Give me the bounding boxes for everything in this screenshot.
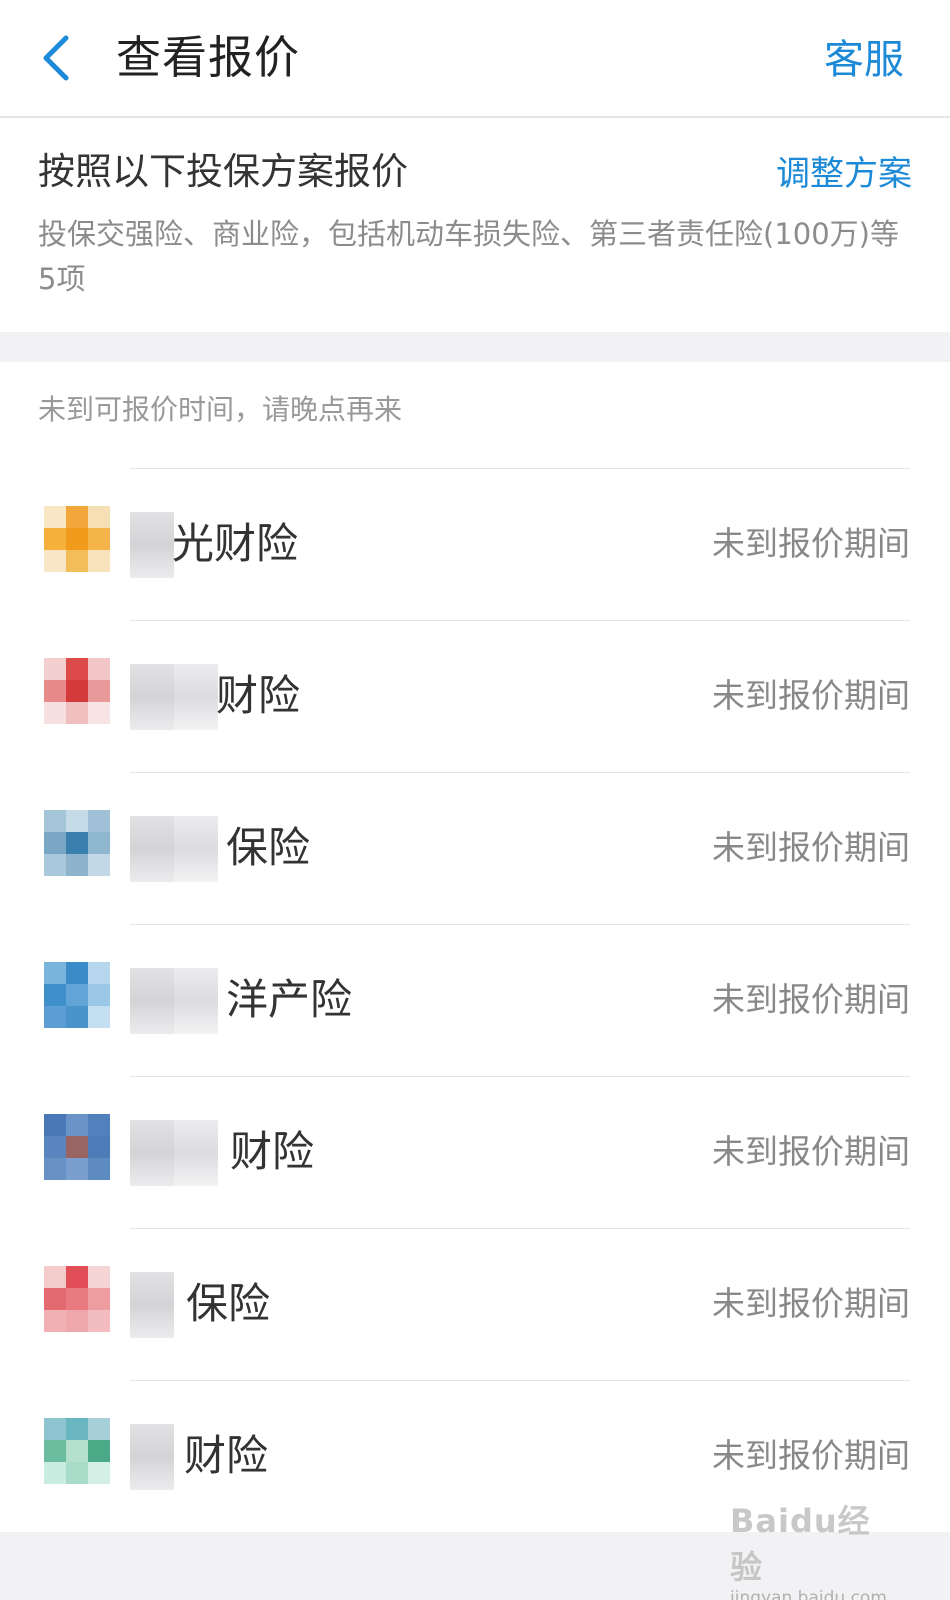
back-button[interactable] [34, 30, 84, 86]
redacted-name-block [130, 968, 218, 1034]
plan-description: 投保交强险、商业险，包括机动车损失险、第三者责任险(100万)等5项 [38, 217, 899, 296]
quote-status: 未到报价期间 [712, 828, 910, 867]
quote-status: 未到报价期间 [712, 1284, 910, 1323]
company-row[interactable]: 财险 未到报价期间 [0, 1076, 950, 1228]
redacted-name-block [130, 816, 218, 882]
company-name: 保险 [186, 1279, 271, 1328]
watermark-url: jingyan.baidu.com [730, 1588, 887, 1600]
company-name: 财险 [216, 671, 301, 720]
quote-status: 未到报价期间 [712, 980, 910, 1019]
company-logo-icon [44, 810, 110, 876]
company-name: 财险 [184, 1431, 269, 1480]
redacted-name-block [130, 664, 218, 730]
company-name: 光财险 [172, 519, 299, 568]
company-row[interactable]: 保险 未到报价期间 [0, 1228, 950, 1380]
company-logo-icon [44, 962, 110, 1028]
quote-notice: 未到可报价时间，请晚点再来 [38, 393, 403, 426]
plan-section: 按照以下投保方案报价 调整方案 投保交强险、商业险，包括机动车损失险、第三者责任… [0, 120, 950, 332]
redacted-name-block [130, 1272, 174, 1338]
plan-title: 按照以下投保方案报价 [38, 150, 408, 193]
redacted-name-block [130, 1424, 174, 1490]
customer-service-button[interactable]: 客服 [824, 30, 904, 90]
quote-status: 未到报价期间 [712, 1436, 910, 1475]
section-divider [0, 332, 950, 362]
quote-status: 未到报价期间 [712, 524, 910, 563]
company-logo-icon [44, 1418, 110, 1484]
company-logo-icon [44, 658, 110, 724]
company-name: 洋产险 [226, 975, 353, 1024]
watermark-brand: Baidu经验 [730, 1502, 871, 1586]
redacted-name-block [130, 512, 174, 578]
company-logo-icon [44, 506, 110, 572]
redacted-name-block [130, 1120, 218, 1186]
company-row[interactable]: 财险 未到报价期间 [0, 620, 950, 772]
top-bar: 查看报价 客服 [0, 0, 950, 118]
watermark-logo: Baidu经验 jingyan.baidu.com [730, 1496, 890, 1600]
company-row[interactable]: 光财险 未到报价期间 [0, 468, 950, 620]
quote-status: 未到报价期间 [712, 1132, 910, 1171]
company-logo-icon [44, 1266, 110, 1332]
adjust-plan-button[interactable]: 调整方案 [776, 148, 912, 200]
company-name: 保险 [226, 823, 311, 872]
page-title: 查看报价 [116, 31, 301, 84]
company-logo-icon [44, 1114, 110, 1180]
quote-status: 未到报价期间 [712, 676, 910, 715]
company-list: 光财险 未到报价期间 财险 未到报价期间 保险 未到报价期间 洋产险 未到报价期间 财险 未到报价… [0, 468, 950, 1532]
company-row[interactable]: 洋产险 未到报价期间 [0, 924, 950, 1076]
company-name: 财险 [230, 1127, 315, 1176]
chevron-left-icon [43, 35, 69, 81]
company-row[interactable]: 保险 未到报价期间 [0, 772, 950, 924]
